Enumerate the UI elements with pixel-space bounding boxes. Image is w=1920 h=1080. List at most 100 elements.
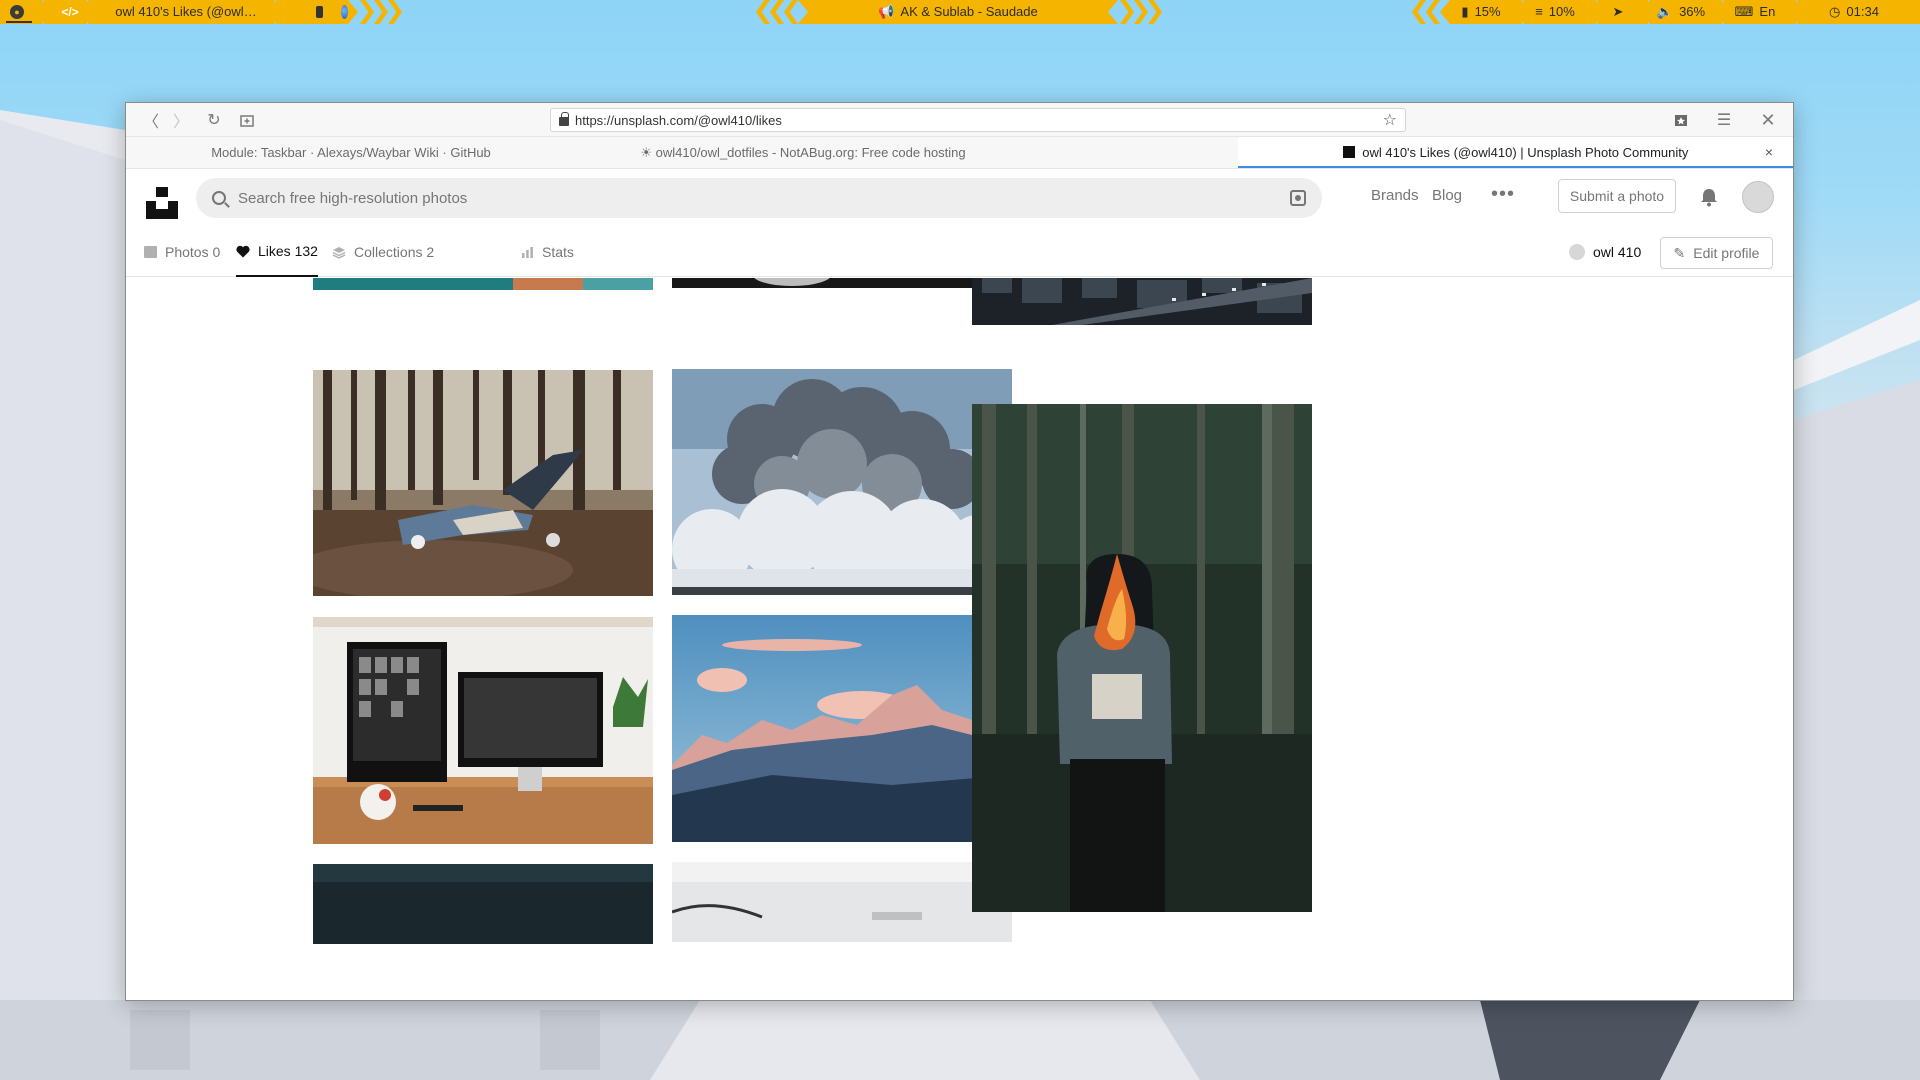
workspace-icon: ● [10,5,24,19]
chevron-decoration-icon [388,0,402,24]
photo-desk-monitors[interactable] [313,617,653,844]
browser-toolbar: 〈 〉 ↻ https://unsplash.com/@owl410/likes… [126,103,1793,137]
submit-photo-button[interactable]: Submit a photo [1558,179,1676,213]
code-icon: </> [61,5,79,19]
browser-window: 〈 〉 ↻ https://unsplash.com/@owl410/likes… [125,102,1794,1001]
address-bar[interactable]: https://unsplash.com/@owl410/likes ☆ [550,108,1406,132]
memory-module[interactable]: ≡ 10% [1514,0,1596,24]
chevron-decoration-icon [1412,0,1426,24]
reload-icon[interactable]: ↻ [203,109,225,131]
image-icon [144,246,157,258]
chevron-decoration-icon [360,0,374,24]
visual-search-icon[interactable] [1290,190,1306,206]
chevron-decoration-icon [770,0,784,24]
clock-module[interactable]: ◷ 01:34 [1788,0,1920,24]
tab-label: owl410/owl_dotfiles - NotABug.org: Free … [655,145,966,160]
tab-photos[interactable]: Photos 0 [144,227,220,277]
photo-grey-bottom[interactable] [672,862,1012,942]
media-player-module[interactable]: 📢 AK & Sublab - Saudade [798,0,1118,24]
chevron-decoration-icon [374,0,388,24]
send-icon: ➤ [1612,4,1624,19]
photo-forest-lying[interactable] [313,370,653,596]
photo-teal-top-cropped[interactable] [313,278,653,290]
chevron-decoration-icon [1148,0,1162,24]
photo-city-aerial[interactable] [972,278,1312,325]
heart-icon [236,245,250,257]
tab-likes[interactable]: Likes 132 [236,227,318,277]
terminal-icon[interactable] [316,6,323,18]
photo-volcano-smoke[interactable] [672,369,1012,595]
photo-pink-mountains[interactable] [672,615,1012,842]
notification-bell-icon[interactable] [1700,187,1718,207]
photo-burning-newspaper[interactable] [972,404,1312,912]
megaphone-icon: 📢 [878,4,895,19]
search-bar[interactable]: Search free high-resolution photos [196,178,1322,218]
tab-photos-label: Photos 0 [165,244,221,260]
tab-unsplash-likes[interactable]: owl 410's Likes (@owl410) | Unsplash Pho… [1238,137,1793,168]
profile-user[interactable]: owl 410 [1569,227,1641,277]
new-tab-icon[interactable] [236,109,258,131]
unsplash-logo-icon[interactable] [146,187,178,219]
window-title-text: owl 410's Likes (@owl… [115,4,257,19]
user-avatar[interactable] [1742,181,1774,213]
close-tab-icon[interactable]: × [1765,137,1773,166]
close-window-icon[interactable]: ✕ [1757,109,1779,131]
battery-module[interactable]: ▮ 15% [1440,0,1522,24]
taskbar-window-title[interactable]: owl 410's Likes (@owl… [88,0,284,24]
chevron-decoration-icon [1120,0,1134,24]
clock-value: 01:34 [1846,4,1879,19]
taskbar-apps[interactable] [276,0,358,24]
keyboard-module[interactable]: ⌨ En [1714,0,1796,24]
tab-label: owl 410's Likes (@owl410) | Unsplash Pho… [1362,145,1689,160]
chevron-decoration-icon [784,0,798,24]
battery-icon: ▮ [1461,4,1469,19]
collections-icon [332,246,346,259]
forward-icon[interactable]: 〉 [170,109,192,131]
url-text: https://unsplash.com/@owl410/likes [575,112,782,128]
profile-subnav: Photos 0 Likes 132 Collections 2 Stats o… [126,227,1793,277]
volume-value: 36% [1679,4,1706,19]
tab-collections[interactable]: Collections 2 [332,227,434,277]
back-icon[interactable]: 〈 [140,109,162,131]
chevron-decoration-icon [1426,0,1440,24]
browser-icon[interactable] [341,5,348,19]
photo-dark-bottom[interactable] [313,864,653,944]
sun-icon: ☀ [640,145,652,160]
memory-icon: ≡ [1535,4,1543,19]
volume-module[interactable]: 🔈 36% [1640,0,1722,24]
bookmark-star-icon[interactable]: ☆ [1383,110,1397,130]
pencil-icon: ✎ [1673,244,1686,261]
tab-stats[interactable]: Stats [521,227,574,277]
photo-grid [126,278,1793,1000]
nav-blog[interactable]: Blog [1432,187,1462,204]
bookmarks-icon[interactable] [1670,109,1692,131]
top-panel: ● </> owl 410's Likes (@owl… 📢 AK & Subl… [0,0,1920,26]
network-module[interactable]: ➤ [1588,0,1648,24]
search-placeholder: Search free high-resolution photos [238,189,468,207]
speaker-icon: 🔈 [1656,4,1674,19]
unsplash-header: Search free high-resolution photos Brand… [126,169,1793,227]
tab-collections-label: Collections 2 [354,244,435,260]
unsplash-favicon-icon [1342,146,1355,158]
nav-brands[interactable]: Brands [1371,187,1419,204]
profile-avatar [1569,244,1585,260]
tab-waybar-wiki[interactable]: Module: Taskbar · Alexays/Waybar Wiki · … [126,137,576,168]
chevron-decoration-icon [1134,0,1148,24]
search-icon [212,191,226,205]
active-workspace-underline [6,21,32,23]
tab-bar: Module: Taskbar · Alexays/Waybar Wiki · … [126,137,1793,169]
keyboard-icon: ⌨ [1734,4,1754,19]
photo-dark-top-cropped[interactable] [672,278,1012,288]
menu-icon[interactable]: ☰ [1713,109,1735,131]
tab-label: Module: Taskbar · Alexays/Waybar Wiki · … [211,145,491,160]
battery-value: 15% [1474,4,1501,19]
lock-icon [559,112,569,126]
keyboard-layout-value: En [1759,4,1776,19]
chevron-decoration-icon [756,0,770,24]
memory-value: 10% [1548,4,1575,19]
edit-profile-button[interactable]: ✎ Edit profile [1660,237,1773,269]
tab-notabug[interactable]: ☀ owl410/owl_dotfiles - NotABug.org: Fre… [576,137,1030,168]
clock-icon: ◷ [1829,4,1841,19]
tab-stats-label: Stats [542,244,574,260]
more-icon[interactable]: ••• [1491,183,1515,206]
